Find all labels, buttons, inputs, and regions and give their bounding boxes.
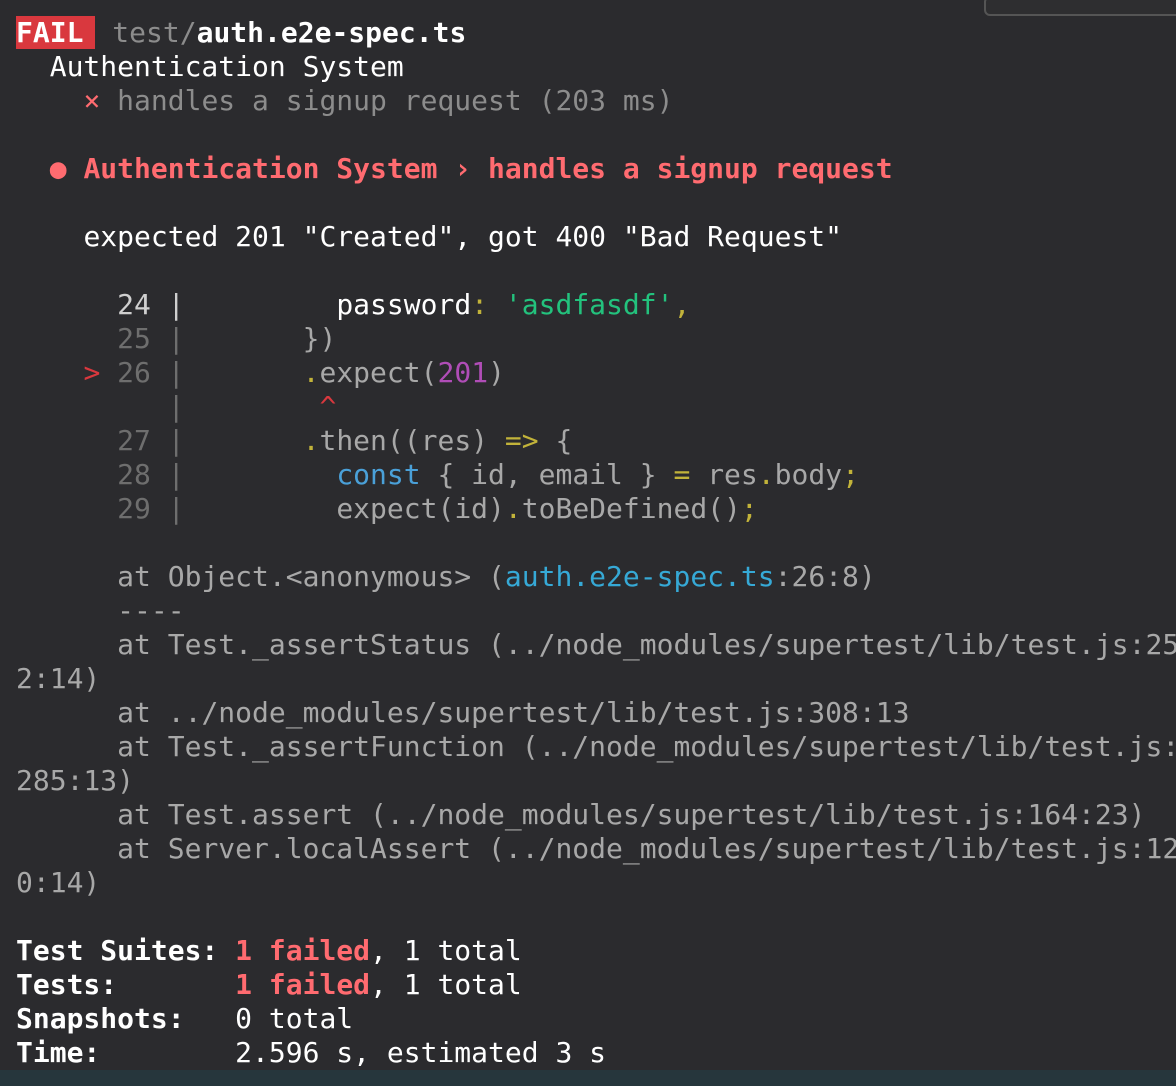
terminal-output: FAIL test/auth.e2e-spec.ts Authenticatio… xyxy=(16,16,1176,1070)
stack-frame: at Test._assertStatus (../node_modules/s… xyxy=(117,628,1176,661)
fail-badge: FAIL xyxy=(16,16,96,49)
error-caret: ^ xyxy=(319,390,337,423)
suite-name: Authentication System xyxy=(49,50,404,83)
code-line-28: 28 | const { id, email } = res.body; xyxy=(117,458,859,491)
test-file-header: FAIL test/auth.e2e-spec.ts xyxy=(16,16,1176,50)
line-number: 27 xyxy=(117,424,151,457)
line-number: 29 xyxy=(117,492,151,525)
error-bullet-icon: ● xyxy=(49,152,67,185)
summary-label: Snapshots: xyxy=(16,1002,185,1035)
line-number: 28 xyxy=(117,458,151,491)
test-result-line: × handles a signup request (203 ms) xyxy=(16,84,1176,118)
code-line-26: > 26 | .expect(201) xyxy=(83,356,505,389)
file-dir: test/ xyxy=(112,16,197,49)
code-line-27: 27 | .then((res) => { xyxy=(117,424,573,457)
stack-frame-wrap: 0:14) xyxy=(16,866,101,899)
line-number: 24 xyxy=(117,288,151,321)
summary-label: Time: xyxy=(16,1036,101,1069)
error-title: Authentication System › handles a signup… xyxy=(83,152,893,185)
summary-time: Time: 2.596 s, estimated 3 s xyxy=(16,1036,607,1069)
summary-snapshots: Snapshots: 0 total xyxy=(16,1002,354,1035)
caret-line: | ^ xyxy=(167,390,337,423)
current-line-marker: > xyxy=(83,356,101,389)
suite-name-line: Authentication System xyxy=(16,50,1176,84)
stack-frame-origin: at Object.<anonymous> (auth.e2e-spec.ts:… xyxy=(117,560,876,593)
summary-suites: Test Suites: 1 failed, 1 total xyxy=(16,934,522,967)
summary-label: Test Suites: xyxy=(16,934,219,967)
error-message-line: expected 201 "Created", got 400 "Bad Req… xyxy=(16,220,1176,254)
test-name: handles a signup request (203 ms) xyxy=(117,84,674,117)
file-name: auth.e2e-spec.ts xyxy=(196,16,467,49)
stack-frame: at Test.assert (../node_modules/supertes… xyxy=(117,798,1146,831)
summary-tests: Tests: 1 failed, 1 total xyxy=(16,968,522,1001)
error-message: expected 201 "Created", got 400 "Bad Req… xyxy=(83,220,843,253)
horizontal-scrollbar[interactable] xyxy=(0,1070,1176,1086)
failed-count: 1 failed xyxy=(235,968,371,1001)
stack-frame-wrap: 2:14) xyxy=(16,662,101,695)
line-number: 25 xyxy=(117,322,151,355)
stack-frame: at Server.localAssert (../node_modules/s… xyxy=(117,832,1176,865)
error-title-line: ● Authentication System › handles a sign… xyxy=(16,152,1176,186)
code-line-29: 29 | expect(id).toBeDefined(); xyxy=(117,492,758,525)
stack-frame: at Test._assertFunction (../node_modules… xyxy=(117,730,1176,763)
fail-cross-icon: × xyxy=(83,84,101,117)
stack-frame: at ../node_modules/supertest/lib/test.js… xyxy=(117,696,910,729)
source-file-link[interactable]: auth.e2e-spec.ts xyxy=(505,560,775,593)
failed-count: 1 failed xyxy=(235,934,371,967)
stack-frame-wrap: 285:13) xyxy=(16,764,135,797)
stack-separator: ---- xyxy=(117,594,185,627)
summary-label: Tests: xyxy=(16,968,118,1001)
code-line-25: 25 | }) xyxy=(117,322,337,355)
line-number: 26 xyxy=(117,356,151,389)
code-line-24: 24 | password: 'asdfasdf', xyxy=(117,288,691,321)
window-corner-frame xyxy=(984,0,1176,16)
